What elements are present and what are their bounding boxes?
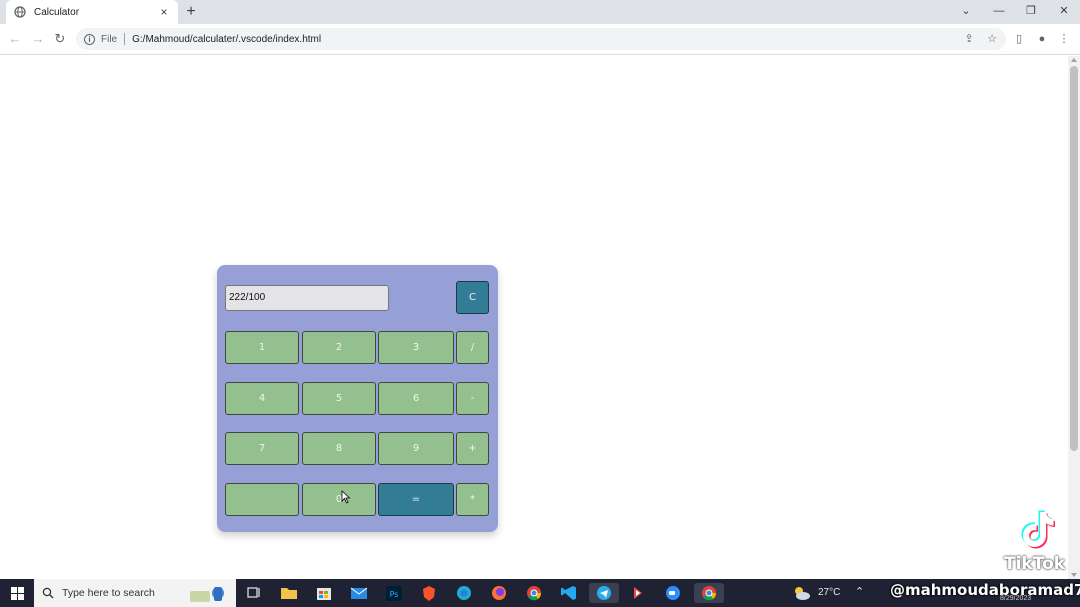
mail-icon[interactable] [348, 583, 370, 603]
key-subtract[interactable]: - [456, 382, 489, 415]
clear-button[interactable]: C [456, 281, 489, 314]
file-explorer-icon[interactable] [278, 583, 300, 603]
forward-arrow-icon[interactable]: → [29, 30, 47, 48]
search-icon [42, 587, 54, 599]
key-4[interactable]: 4 [225, 382, 299, 415]
weather-temperature[interactable]: 27°C [818, 587, 840, 598]
restore-button[interactable]: ❐ [1015, 0, 1047, 24]
brave-browser-icon[interactable] [418, 583, 440, 603]
microsoft-store-icon[interactable] [313, 583, 335, 603]
address-divider [124, 33, 126, 45]
photoshop-icon[interactable]: Ps [383, 583, 405, 603]
back-arrow-icon[interactable]: ← [6, 30, 24, 48]
menu-kebab-icon[interactable]: ⋮ [1057, 32, 1071, 46]
key-add[interactable]: + [456, 432, 489, 465]
tab-search-icon[interactable]: ⌄ [950, 0, 982, 24]
windows-logo-icon [10, 586, 24, 600]
key-divide[interactable]: / [456, 331, 489, 364]
key-multiply[interactable]: * [456, 483, 489, 516]
tab-title: Calculator [34, 6, 80, 18]
page-scrollbar[interactable] [1068, 56, 1080, 579]
mouse-pointer-icon [341, 490, 351, 504]
key-0[interactable]: 0 [302, 483, 376, 516]
weather-cloud-icon[interactable] [793, 585, 811, 601]
address-bar[interactable]: i File G:/Mahmoud/calculater/.vscode/ind… [76, 28, 1006, 50]
address-protocol: File [101, 33, 118, 45]
info-icon[interactable]: i [84, 33, 95, 45]
taskbar-date[interactable]: 8/29/2023 [1000, 595, 1031, 602]
bookmark-star-icon[interactable]: ☆ [985, 32, 999, 46]
key-7[interactable]: 7 [225, 432, 299, 465]
chrome-icon[interactable] [523, 583, 545, 603]
scroll-up-arrow-icon[interactable] [1071, 58, 1077, 62]
calculator-panel: 222/100 C 1 2 3 / 4 5 6 - 7 8 9 + 0 = * [217, 265, 498, 532]
key-5[interactable]: 5 [302, 382, 376, 415]
close-tab-icon[interactable]: × [158, 6, 170, 18]
side-panel-icon[interactable]: ▯ [1012, 32, 1026, 46]
search-highlight-illustration-icon [190, 587, 224, 602]
search-placeholder: Type here to search [62, 587, 155, 599]
start-button[interactable] [0, 579, 34, 607]
reload-icon[interactable]: ↻ [51, 30, 69, 48]
key-1[interactable]: 1 [225, 331, 299, 364]
profile-icon[interactable]: ● [1035, 32, 1049, 46]
app-arrow-icon[interactable] [627, 583, 649, 603]
tray-chevron-up-icon[interactable]: ⌃ [855, 585, 864, 598]
scrollbar-thumb[interactable] [1070, 66, 1078, 451]
vscode-icon[interactable] [558, 583, 580, 603]
zoom-icon[interactable] [662, 583, 684, 603]
taskbar-search-box[interactable]: Type here to search [34, 579, 236, 607]
globe-icon [14, 6, 26, 18]
tiktok-watermark: TikTok [1000, 508, 1080, 578]
key-3[interactable]: 3 [378, 331, 454, 364]
task-view-icon[interactable] [243, 583, 265, 603]
equals-button[interactable]: = [378, 483, 454, 516]
tab-calculator[interactable]: Calculator × [6, 0, 178, 24]
telegram-icon[interactable] [589, 583, 619, 603]
firefox-icon[interactable] [488, 583, 510, 603]
browser-tab-strip: Calculator × + ⌄ — ❐ ✕ [0, 0, 1080, 24]
tiktok-handle-text: @mahmoudaboramad71 [890, 581, 1080, 599]
page-viewport [0, 56, 1068, 579]
calculator-display[interactable]: 222/100 [225, 285, 389, 311]
new-tab-button[interactable]: + [182, 3, 200, 21]
close-window-button[interactable]: ✕ [1048, 0, 1080, 24]
address-url: G:/Mahmoud/calculater/.vscode/index.html [132, 33, 322, 45]
svg-text:Ps: Ps [390, 590, 399, 599]
key-9[interactable]: 9 [378, 432, 454, 465]
chrome-active-icon[interactable] [694, 583, 724, 603]
key-6[interactable]: 6 [378, 382, 454, 415]
tiktok-brand-text: TikTok [1004, 554, 1066, 574]
key-2[interactable]: 2 [302, 331, 376, 364]
key-blank[interactable] [225, 483, 299, 516]
tiktok-logo-icon [1021, 510, 1055, 549]
edge-browser-icon[interactable] [453, 583, 475, 603]
share-icon[interactable]: ⇪ [962, 32, 976, 46]
browser-toolbar: ← → ↻ i File G:/Mahmoud/calculater/.vsco… [0, 24, 1080, 55]
minimize-button[interactable]: — [983, 0, 1015, 24]
key-8[interactable]: 8 [302, 432, 376, 465]
